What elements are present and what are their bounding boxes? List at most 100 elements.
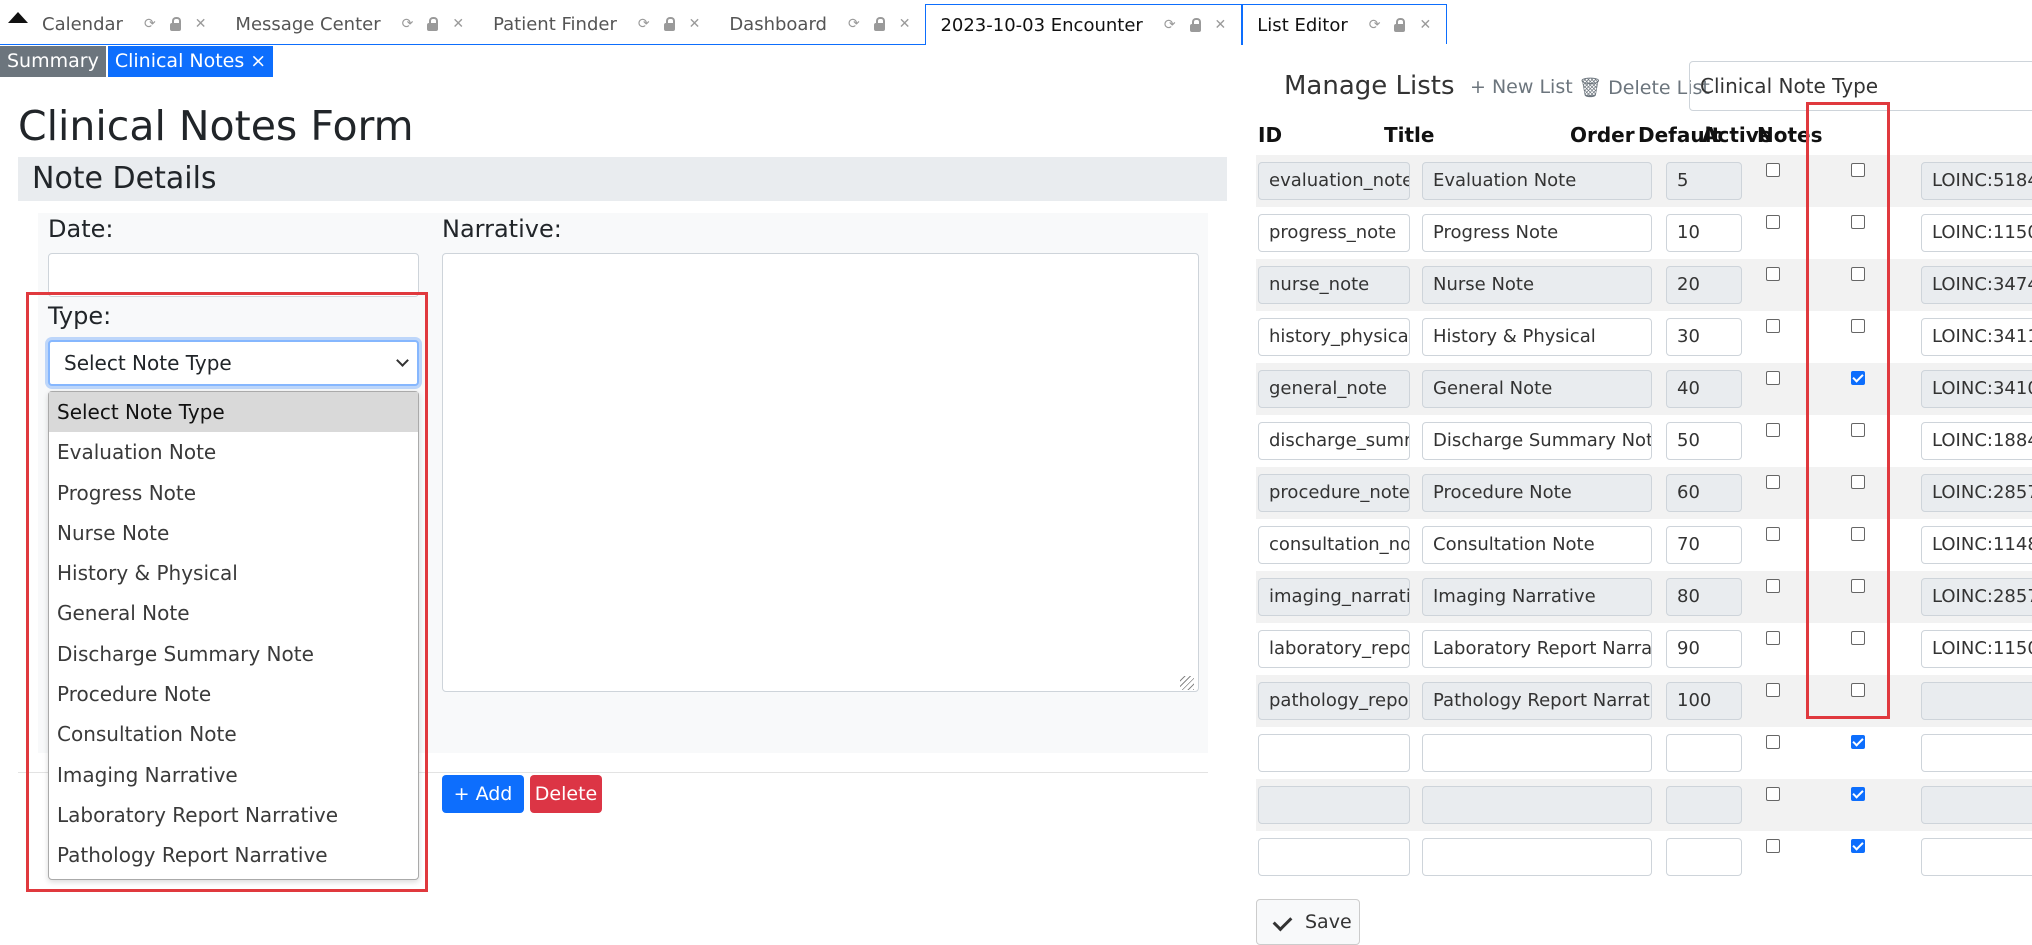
lock-icon[interactable] — [169, 17, 181, 31]
id-field[interactable] — [1258, 734, 1410, 772]
narrative-textarea[interactable] — [442, 253, 1199, 692]
id-field[interactable]: nurse_note — [1258, 266, 1410, 304]
default-checkbox[interactable] — [1766, 735, 1780, 749]
default-checkbox[interactable] — [1766, 787, 1780, 801]
refresh-icon[interactable]: ⟳ — [144, 16, 156, 32]
lock-icon[interactable] — [873, 17, 885, 31]
tab-0[interactable]: Calendar ⟳ ✕ — [28, 4, 221, 44]
close-icon[interactable]: ✕ — [1215, 17, 1227, 33]
notes-field[interactable]: LOINC:34117-2 — [1921, 318, 2032, 356]
id-field[interactable] — [1258, 786, 1410, 824]
title-field[interactable]: Pathology Report Narrative — [1422, 682, 1652, 720]
tab-3[interactable]: Dashboard ⟳ ✕ — [715, 4, 925, 44]
notes-field[interactable]: LOINC:11502-2 — [1921, 630, 2032, 668]
close-icon[interactable]: ✕ — [1419, 17, 1431, 33]
order-field[interactable]: 100 — [1666, 682, 1742, 720]
active-checkbox[interactable] — [1851, 839, 1865, 853]
id-field[interactable] — [1258, 838, 1410, 876]
default-checkbox[interactable] — [1766, 683, 1780, 697]
lock-icon[interactable] — [1394, 18, 1406, 32]
order-field[interactable]: 30 — [1666, 318, 1742, 356]
order-field[interactable]: 80 — [1666, 578, 1742, 616]
default-checkbox[interactable] — [1766, 319, 1780, 333]
order-field[interactable]: 60 — [1666, 474, 1742, 512]
default-checkbox[interactable] — [1766, 215, 1780, 229]
default-checkbox[interactable] — [1766, 527, 1780, 541]
tab-1[interactable]: Message Center ⟳ ✕ — [221, 4, 479, 44]
id-field[interactable]: pathology_repor — [1258, 682, 1410, 720]
tab-5[interactable]: List Editor ⟳ ✕ — [1242, 4, 1448, 45]
default-checkbox[interactable] — [1766, 579, 1780, 593]
id-field[interactable]: consultation_note — [1258, 526, 1410, 564]
notes-field[interactable] — [1921, 682, 2032, 720]
title-field[interactable] — [1422, 734, 1652, 772]
refresh-icon[interactable]: ⟳ — [638, 16, 650, 32]
title-field[interactable]: Discharge Summary Note — [1422, 422, 1652, 460]
id-field[interactable]: general_note — [1258, 370, 1410, 408]
notes-field[interactable] — [1921, 734, 2032, 772]
default-checkbox[interactable] — [1766, 163, 1780, 177]
title-field[interactable]: Nurse Note — [1422, 266, 1652, 304]
default-checkbox[interactable] — [1766, 371, 1780, 385]
title-field[interactable] — [1422, 786, 1652, 824]
active-checkbox[interactable] — [1851, 787, 1865, 801]
caret-up-icon[interactable] — [8, 12, 28, 23]
refresh-icon[interactable]: ⟳ — [1369, 17, 1381, 33]
delete-button[interactable]: Delete — [530, 775, 602, 813]
lock-icon[interactable] — [663, 17, 675, 31]
add-button[interactable]: + Add — [442, 775, 524, 813]
default-checkbox[interactable] — [1766, 475, 1780, 489]
lock-icon[interactable] — [1189, 18, 1201, 32]
id-field[interactable]: progress_note — [1258, 214, 1410, 252]
refresh-icon[interactable]: ⟳ — [1164, 17, 1176, 33]
order-field[interactable]: 5 — [1666, 162, 1742, 200]
close-icon[interactable]: ✕ — [195, 16, 207, 32]
order-field[interactable] — [1666, 838, 1742, 876]
default-checkbox[interactable] — [1766, 423, 1780, 437]
refresh-icon[interactable]: ⟳ — [402, 16, 414, 32]
new-list-button[interactable]: + New List — [1470, 76, 1573, 98]
close-icon[interactable]: ✕ — [452, 16, 464, 32]
title-field[interactable]: History & Physical — [1422, 318, 1652, 356]
date-field[interactable] — [48, 253, 419, 297]
tab-summary[interactable]: Summary — [0, 46, 106, 77]
title-field[interactable]: Imaging Narrative — [1422, 578, 1652, 616]
notes-field[interactable]: LOINC:18842-5 — [1921, 422, 2032, 460]
notes-field[interactable]: LOINC:34109-9 — [1921, 370, 2032, 408]
notes-field[interactable]: LOINC:28570-0 — [1921, 474, 2032, 512]
save-button[interactable]: Save — [1256, 899, 1360, 945]
default-checkbox[interactable] — [1766, 839, 1780, 853]
close-icon[interactable]: ✕ — [689, 16, 701, 32]
order-field[interactable]: 90 — [1666, 630, 1742, 668]
default-checkbox[interactable] — [1766, 267, 1780, 281]
notes-field[interactable]: LOINC:28570-0 — [1921, 578, 2032, 616]
order-field[interactable]: 40 — [1666, 370, 1742, 408]
close-icon[interactable]: ✕ — [899, 16, 911, 32]
title-field[interactable]: Evaluation Note — [1422, 162, 1652, 200]
title-field[interactable]: Procedure Note — [1422, 474, 1652, 512]
tab-clinical-notes[interactable]: Clinical Notes × — [105, 46, 274, 77]
refresh-icon[interactable]: ⟳ — [848, 16, 860, 32]
order-field[interactable]: 20 — [1666, 266, 1742, 304]
id-field[interactable]: discharge_summ — [1258, 422, 1410, 460]
notes-field[interactable] — [1921, 786, 2032, 824]
tab-4[interactable]: 2023-10-03 Encounter ⟳ ✕ — [925, 4, 1243, 45]
id-field[interactable]: procedure_note — [1258, 474, 1410, 512]
default-checkbox[interactable] — [1766, 631, 1780, 645]
notes-field[interactable]: LOINC:34746-8 — [1921, 266, 2032, 304]
order-field[interactable]: 10 — [1666, 214, 1742, 252]
resize-grip-icon[interactable] — [1180, 676, 1194, 690]
notes-field[interactable]: LOINC:11488-4 — [1921, 526, 2032, 564]
title-field[interactable] — [1422, 838, 1652, 876]
order-field[interactable] — [1666, 734, 1742, 772]
id-field[interactable]: evaluation_note — [1258, 162, 1410, 200]
title-field[interactable]: Laboratory Report Narrativ — [1422, 630, 1652, 668]
title-field[interactable]: General Note — [1422, 370, 1652, 408]
notes-field[interactable] — [1921, 838, 2032, 876]
title-field[interactable]: Consultation Note — [1422, 526, 1652, 564]
tab-2[interactable]: Patient Finder ⟳ ✕ — [479, 4, 715, 44]
active-checkbox[interactable] — [1851, 735, 1865, 749]
notes-field[interactable]: LOINC:11506-3 — [1921, 214, 2032, 252]
order-field[interactable]: 70 — [1666, 526, 1742, 564]
notes-field[interactable]: LOINC:51848-0 — [1921, 162, 2032, 200]
